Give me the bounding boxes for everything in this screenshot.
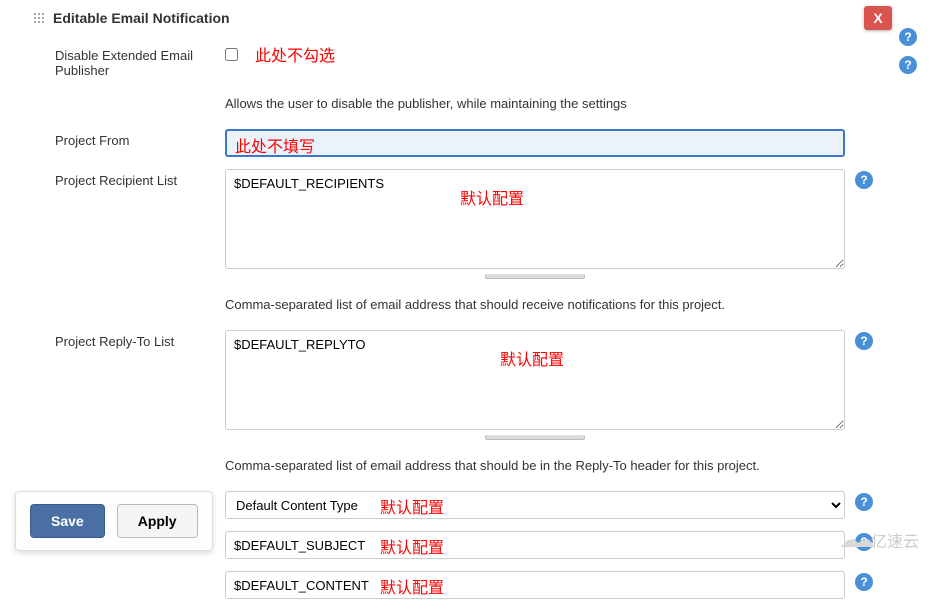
replyto-list-textarea[interactable]: $DEFAULT_REPLYTO	[225, 330, 845, 430]
project-from-input[interactable]	[225, 129, 845, 157]
drag-handle-icon[interactable]	[33, 12, 45, 24]
help-icon[interactable]: ?	[855, 171, 873, 189]
section-title: Editable Email Notification	[53, 10, 230, 26]
cloud-icon: ☁☁	[839, 527, 867, 553]
footer-button-bar: Save Apply	[15, 491, 213, 551]
annotation: 此处不勾选	[255, 42, 335, 66]
project-from-label: Project From	[15, 129, 225, 148]
resize-handle[interactable]	[485, 274, 585, 279]
help-icon[interactable]: ?	[855, 493, 873, 511]
replyto-list-label: Project Reply-To List	[15, 330, 225, 349]
watermark: ☁☁ 亿速云	[839, 527, 919, 553]
resize-handle[interactable]	[485, 435, 585, 440]
default-subject-input[interactable]	[225, 531, 845, 559]
recipient-list-label: Project Recipient List	[15, 169, 225, 188]
content-type-select[interactable]: Default Content Type	[225, 491, 845, 519]
recipient-list-textarea[interactable]: $DEFAULT_RECIPIENTS	[225, 169, 845, 269]
watermark-text: 亿速云	[871, 528, 919, 552]
help-icon[interactable]: ?	[855, 332, 873, 350]
replyto-list-description: Comma-separated list of email address th…	[225, 458, 845, 473]
disable-publisher-description: Allows the user to disable the publisher…	[225, 96, 845, 111]
default-content-input[interactable]	[225, 571, 845, 599]
recipient-list-description: Comma-separated list of email address th…	[225, 297, 845, 312]
disable-publisher-label: Disable Extended Email Publisher	[15, 44, 225, 78]
section-header: Editable Email Notification	[15, 0, 922, 38]
help-icon[interactable]: ?	[855, 573, 873, 591]
apply-button[interactable]: Apply	[117, 504, 198, 538]
save-button[interactable]: Save	[30, 504, 105, 538]
close-button[interactable]: X	[864, 6, 892, 30]
disable-publisher-checkbox[interactable]	[225, 48, 238, 61]
